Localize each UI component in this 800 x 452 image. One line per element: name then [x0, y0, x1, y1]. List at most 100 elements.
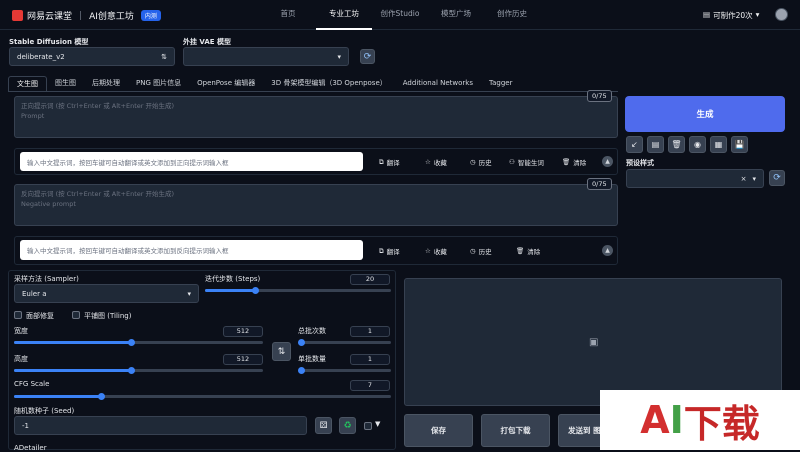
cfg-label: CFG Scale	[14, 380, 50, 388]
negative-collapse-button[interactable]: ▲	[602, 245, 613, 256]
cfg-input[interactable]: 7	[350, 380, 390, 391]
negative-placeholder-line1: 反向提示词 (按 Ctrl+Enter 或 Alt+Enter 开始生成)	[21, 190, 175, 198]
star-icon: ☆	[425, 247, 431, 255]
negative-history-button[interactable]: ◷ 历史	[470, 246, 492, 256]
tab-png-info[interactable]: PNG 图片信息	[128, 76, 189, 91]
save-style-button[interactable]: 💾	[731, 136, 748, 153]
tab-tagger[interactable]: Tagger	[481, 76, 520, 91]
nav-pro-workshop[interactable]: 专业工坊	[316, 0, 372, 30]
paste-button[interactable]: ▤	[647, 136, 664, 153]
steps-slider[interactable]	[205, 287, 391, 294]
caret-down-icon[interactable]: ▼	[375, 420, 380, 428]
chevron-down-icon: ▾	[755, 10, 760, 19]
nav-studio[interactable]: 创作Studio	[372, 0, 428, 30]
prompt-translate-input[interactable]: 输入中文提示词，按回车键可自动翻译或英文添加到正向提示词输入框	[20, 152, 363, 171]
height-slider[interactable]	[14, 367, 263, 374]
tab-img2img[interactable]: 图生图	[47, 76, 84, 91]
prompt-translate-button[interactable]: ⧉ 翻译	[379, 157, 400, 168]
brand-name: 网易云课堂	[27, 12, 73, 22]
favorite-label: 收藏	[433, 248, 447, 256]
extra-networks-button[interactable]: ◉	[689, 136, 706, 153]
tab-additional-networks[interactable]: Additional Networks	[395, 76, 481, 91]
prompt-placeholder-line1: 正向提示词 (按 Ctrl+Enter 或 Alt+Enter 开始生成)	[21, 102, 175, 110]
sampler-select[interactable]: Euler a ▾	[14, 284, 199, 303]
favorite-label: 收藏	[433, 159, 447, 167]
style-select[interactable]: × ▾	[626, 169, 764, 188]
batch-size-input[interactable]: 1	[350, 354, 390, 365]
generate-button[interactable]: 生成	[625, 96, 785, 132]
nav-history[interactable]: 创作历史	[484, 0, 540, 30]
width-slider[interactable]	[14, 339, 263, 346]
tiling-checkbox[interactable]	[72, 311, 80, 319]
history-label: 历史	[478, 248, 492, 256]
restore-faces-label: 面部修复	[26, 312, 54, 320]
random-seed-button[interactable]: ⚄	[315, 417, 332, 434]
smart-words-label: 智能生词	[517, 159, 544, 167]
watermark-text: 下载	[683, 401, 760, 446]
clear-icon[interactable]: ×	[741, 175, 747, 183]
chevron-down-icon: ▾	[752, 174, 756, 183]
tab-3d-openpose[interactable]: 3D 骨架模型编辑（3D Openpose）	[263, 76, 395, 91]
seed-input[interactable]: -1	[14, 416, 307, 435]
refresh-models-button[interactable]: ⟳	[360, 49, 375, 64]
width-input[interactable]: 512	[223, 326, 263, 337]
tab-postprocess[interactable]: 后期处理	[84, 76, 128, 91]
refresh-styles-button[interactable]: ⟳	[769, 170, 785, 186]
negative-translate-button[interactable]: ⧉ 翻译	[379, 246, 400, 257]
sampler-value: Euler a	[22, 289, 47, 298]
chevron-down-icon: ▾	[337, 52, 341, 61]
tabs-divider	[8, 91, 618, 92]
chevron-up-icon: ▲	[605, 247, 610, 254]
vae-model-select[interactable]: ▾	[183, 47, 349, 66]
nav-home[interactable]: 首页	[260, 0, 316, 30]
image-placeholder-icon: ▣	[589, 337, 599, 348]
height-input[interactable]: 512	[223, 354, 263, 365]
adetailer-label[interactable]: ADetailer	[14, 444, 47, 452]
translate-label: 翻译	[386, 248, 400, 256]
negative-clear-button[interactable]: 🗑 清除	[516, 246, 540, 256]
floppy-icon: 💾	[734, 140, 745, 149]
extra-seed-checkbox[interactable]	[364, 422, 372, 430]
zip-download-button[interactable]: 打包下载	[481, 414, 550, 447]
main-nav: 首页 专业工坊 创作Studio 模型广场 创作历史	[260, 0, 540, 30]
save-button[interactable]: 保存	[404, 414, 473, 447]
batch-size-label: 单批数量	[298, 355, 326, 363]
translate-icon: ⧉	[379, 157, 384, 166]
batch-size-slider[interactable]	[298, 367, 391, 374]
tab-txt2img[interactable]: 文生图	[8, 76, 47, 91]
avatar[interactable]	[775, 8, 788, 21]
netease-logo-icon	[12, 10, 23, 21]
output-image-area[interactable]: ▣	[404, 278, 782, 406]
prompt-clear-button[interactable]: 🗑 清除	[562, 157, 586, 167]
reuse-seed-button[interactable]: ♻	[339, 417, 356, 434]
sampler-label: 采样方法 (Sampler)	[14, 275, 79, 283]
cfg-slider[interactable]	[14, 393, 391, 400]
prompt-textarea[interactable]: 正向提示词 (按 Ctrl+Enter 或 Alt+Enter 开始生成) Pr…	[14, 96, 618, 138]
negative-prompt-textarea[interactable]: 反向提示词 (按 Ctrl+Enter 或 Alt+Enter 开始生成) Ne…	[14, 184, 618, 226]
restore-faces-checkbox[interactable]	[14, 311, 22, 319]
prompt-collapse-button[interactable]: ▲	[602, 156, 613, 167]
sort-icon: ⇅	[161, 52, 167, 61]
prompt-favorite-button[interactable]: ☆ 收藏	[425, 157, 447, 167]
batch-count-slider[interactable]	[298, 339, 391, 346]
tab-openpose-editor[interactable]: OpenPose 编辑器	[189, 76, 263, 91]
negative-translate-input[interactable]: 输入中文提示词，按回车键可自动翻译或英文添加到反向提示词输入框	[20, 240, 363, 260]
prompt-placeholder-line2: Prompt	[21, 112, 45, 120]
trash-button[interactable]: 🗑	[668, 136, 685, 153]
batch-count-input[interactable]: 1	[350, 326, 390, 337]
nav-model-plaza[interactable]: 模型广场	[428, 0, 484, 30]
swap-icon: ⇅	[277, 346, 286, 357]
swap-dimensions-button[interactable]: ⇅	[272, 342, 291, 361]
brand-logo[interactable]: 网易云课堂 | AI创意工坊 内测	[12, 9, 161, 22]
prompt-history-button[interactable]: ◷ 历史	[470, 157, 492, 167]
style-label: 预设样式	[626, 159, 654, 167]
negative-favorite-button[interactable]: ☆ 收藏	[425, 246, 447, 256]
sd-model-select[interactable]: deliberate_v2 ⇅	[9, 47, 175, 66]
watermark-letter-i: I	[669, 398, 684, 442]
prompt-smart-words-button[interactable]: ⚇ 智能生词	[509, 157, 544, 167]
steps-input[interactable]: 20	[350, 274, 390, 285]
read-params-button[interactable]: ↙	[626, 136, 643, 153]
apply-style-button[interactable]: ▦	[710, 136, 727, 153]
watermark-logo: A I 下载	[600, 390, 800, 450]
credits-dropdown[interactable]: ▤ 可制作20次 ▾	[703, 10, 759, 21]
